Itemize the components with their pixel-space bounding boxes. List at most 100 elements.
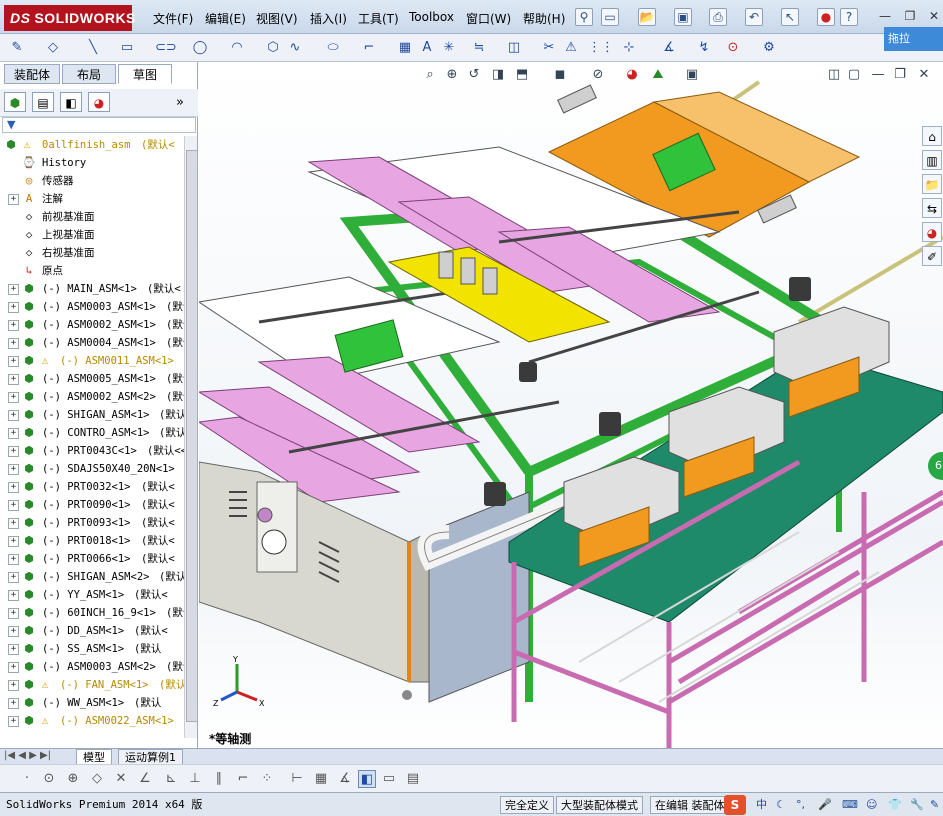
angle-icon[interactable]: ∡ — [336, 770, 354, 788]
ime-user-icon[interactable]: ☺ — [862, 796, 881, 814]
tree-item-component[interactable]: + ⬢ (-) ASM0002_ASM<2> (默认 — [0, 388, 184, 406]
expand-toggle-icon[interactable]: + — [8, 662, 19, 673]
ime-moon-icon[interactable]: ☾ — [772, 796, 790, 814]
tangent-snap-icon[interactable]: ⊾ — [162, 770, 180, 788]
nearest-snap-icon[interactable]: ∠ — [136, 770, 154, 788]
ellipse-icon[interactable]: ⬭ — [324, 39, 342, 57]
tree-root-assembly[interactable]: ⬢ ⚠ 0allfinish_asm (默认< — [0, 136, 184, 154]
tree-item-component[interactable]: +⬢⚠(-) ASM0022_ASM<1>( — [0, 712, 184, 730]
panel-view-icon[interactable]: ▭ — [380, 770, 398, 788]
tree-item-special[interactable]: + A 注解 — [0, 190, 184, 208]
menu-edit[interactable]: 编辑(E) — [205, 10, 246, 27]
tab-scroll-arrows[interactable]: |◀ ◀ ▶ ▶| — [4, 750, 51, 761]
pattern-icon[interactable]: ⋮⋮ — [588, 39, 614, 57]
tab-model[interactable]: 模型 — [76, 749, 112, 765]
offset-icon[interactable]: ◫ — [505, 39, 523, 57]
expand-toggle-icon[interactable]: + — [8, 302, 19, 313]
relations-icon[interactable]: ∡ — [660, 39, 678, 57]
expand-toggle-icon[interactable]: + — [8, 464, 19, 475]
horizontal-snap-icon[interactable]: ⌐ — [234, 770, 252, 788]
expand-toggle-icon[interactable]: + — [8, 716, 19, 727]
ime-mic-icon[interactable]: 🎤 — [814, 796, 836, 814]
text-icon[interactable]: A — [418, 39, 436, 57]
expand-toggle-icon[interactable]: + — [8, 644, 19, 655]
ime-mode-text[interactable]: 中 — [752, 796, 771, 814]
configuration-manager-icon[interactable]: ◧ — [60, 92, 82, 112]
sogou-ime-icon[interactable]: S — [724, 795, 746, 815]
view-palette-icon[interactable]: ⇆ — [922, 198, 942, 218]
tab-sketch[interactable]: 草图 — [118, 64, 172, 84]
help-question-icon[interactable]: ? — [840, 8, 858, 26]
quick-snaps-icon[interactable]: ⊙ — [724, 39, 742, 57]
expand-panel-icon[interactable]: » — [176, 95, 184, 110]
expand-toggle-icon[interactable]: + — [8, 410, 19, 421]
expand-toggle-icon[interactable]: + — [8, 680, 19, 691]
restore-button[interactable]: ❐ — [901, 9, 919, 25]
tree-item-component[interactable]: + ⬢ (-) PRT0093<1> (默认< — [0, 514, 184, 532]
tab-motion-study-1[interactable]: 运动算例1 — [118, 749, 183, 765]
rapid-sketch-icon[interactable]: ⚙ — [760, 39, 778, 57]
tree-item-component[interactable]: + ⬢ (-) ASM0003_ASM<2> (默认 — [0, 658, 184, 676]
save-icon[interactable]: ▣ — [674, 8, 692, 26]
center-snap-icon[interactable]: ⊕ — [64, 770, 82, 788]
expand-toggle-icon[interactable]: + — [8, 698, 19, 709]
extend-icon[interactable]: ⚠ — [562, 39, 580, 57]
menu-tools[interactable]: 工具(T) — [358, 10, 399, 27]
expand-toggle-icon[interactable]: + — [8, 284, 19, 295]
tree-item-special[interactable]: ↳ 原点 — [0, 262, 184, 280]
tree-item-component[interactable]: + ⬢ (-) PRT0090<1> (默认< — [0, 496, 184, 514]
expand-toggle-icon[interactable]: + — [8, 194, 19, 205]
expand-toggle-icon[interactable]: + — [8, 446, 19, 457]
expand-toggle-icon[interactable]: + — [8, 356, 19, 367]
tree-item-component[interactable]: + ⬢ (-) SHIGAN_ASM<1> (默认 — [0, 406, 184, 424]
table-view-icon[interactable]: ▤ — [404, 770, 422, 788]
tree-item-component[interactable]: + ⬢ (-) SS_ASM<1> (默认 — [0, 640, 184, 658]
tree-scrollbar[interactable] — [184, 136, 198, 738]
move-icon[interactable]: ⊹ — [620, 39, 638, 57]
open-folder-icon[interactable]: 📂 — [638, 8, 656, 26]
tree-item-component[interactable]: + ⬢ (-) ASM0005_ASM<1> (默认 — [0, 370, 184, 388]
tree-item-component[interactable]: + ⬢ (-) PRT0066<1> (默认< — [0, 550, 184, 568]
undo-icon[interactable]: ↶ — [745, 8, 763, 26]
tree-item-component[interactable]: + ⬢ (-) WW_ASM<1> (默认 — [0, 694, 184, 712]
grid-snap-icon[interactable]: ⁘ — [258, 770, 276, 788]
tree-item-component[interactable]: + ⬢ (-) 60INCH_16_9<1> (默认 — [0, 604, 184, 622]
tree-filter-field[interactable]: ▼ — [2, 117, 196, 133]
trim-icon[interactable]: ✂ — [540, 39, 558, 57]
pin-icon[interactable]: ⚲ — [575, 8, 593, 26]
solidworks-logo[interactable]: DS SOLIDWORKS — [4, 5, 135, 31]
point-small-icon[interactable]: · — [18, 770, 36, 788]
rectangle-icon[interactable]: ▭ — [118, 39, 136, 57]
property-manager-icon[interactable]: ▤ — [32, 92, 54, 112]
expand-toggle-icon[interactable]: + — [8, 518, 19, 529]
tree-item-component[interactable]: + ⬢ (-) CONTRO_ASM<1> (默认 — [0, 424, 184, 442]
minimize-button[interactable]: — — [876, 9, 894, 25]
expand-toggle-icon[interactable]: + — [8, 536, 19, 547]
circle-snap-icon[interactable]: ⊙ — [40, 770, 58, 788]
ime-keyboard-icon[interactable]: ⌨ — [838, 796, 862, 814]
polygon-icon[interactable]: ⬡ — [264, 39, 282, 57]
task-pane-home-icon[interactable]: ⌂ — [922, 126, 942, 146]
fillet-icon[interactable]: ⌐ — [360, 39, 378, 57]
smart-dimension-icon[interactable]: ◇ — [44, 39, 62, 57]
grid-icon[interactable]: ▦ — [312, 770, 330, 788]
display-manager-icon[interactable]: ◕ — [88, 92, 110, 112]
rebuild-traffic-light-icon[interactable]: ● — [817, 8, 835, 26]
tree-item-component[interactable]: + ⬢ (-) ASM0003_ASM<1> (默认 — [0, 298, 184, 316]
select-pointer-icon[interactable]: ↖ — [781, 8, 799, 26]
appearances-icon[interactable]: ◕ — [922, 222, 942, 242]
expand-toggle-icon[interactable]: + — [8, 626, 19, 637]
arc-icon[interactable]: ◠ — [228, 39, 246, 57]
menu-insert[interactable]: 插入(I) — [310, 10, 347, 27]
tree-item-special[interactable]: ⌚ History — [0, 154, 184, 172]
convert-entities-icon[interactable]: ≒ — [470, 39, 488, 57]
slot-icon[interactable]: ⊂⊃ — [155, 39, 177, 57]
expand-toggle-icon[interactable]: + — [8, 608, 19, 619]
search-helper[interactable]: 拖拉 — [884, 27, 943, 51]
point-icon[interactable]: ✳ — [440, 39, 458, 57]
repair-icon[interactable]: ↯ — [695, 39, 713, 57]
tree-item-special[interactable]: ◎ 传感器 — [0, 172, 184, 190]
feature-manager-icon[interactable]: ⬢ — [4, 92, 26, 112]
circle-icon[interactable]: ◯ — [191, 39, 209, 57]
sketch-icon[interactable]: ✎ — [8, 39, 26, 57]
